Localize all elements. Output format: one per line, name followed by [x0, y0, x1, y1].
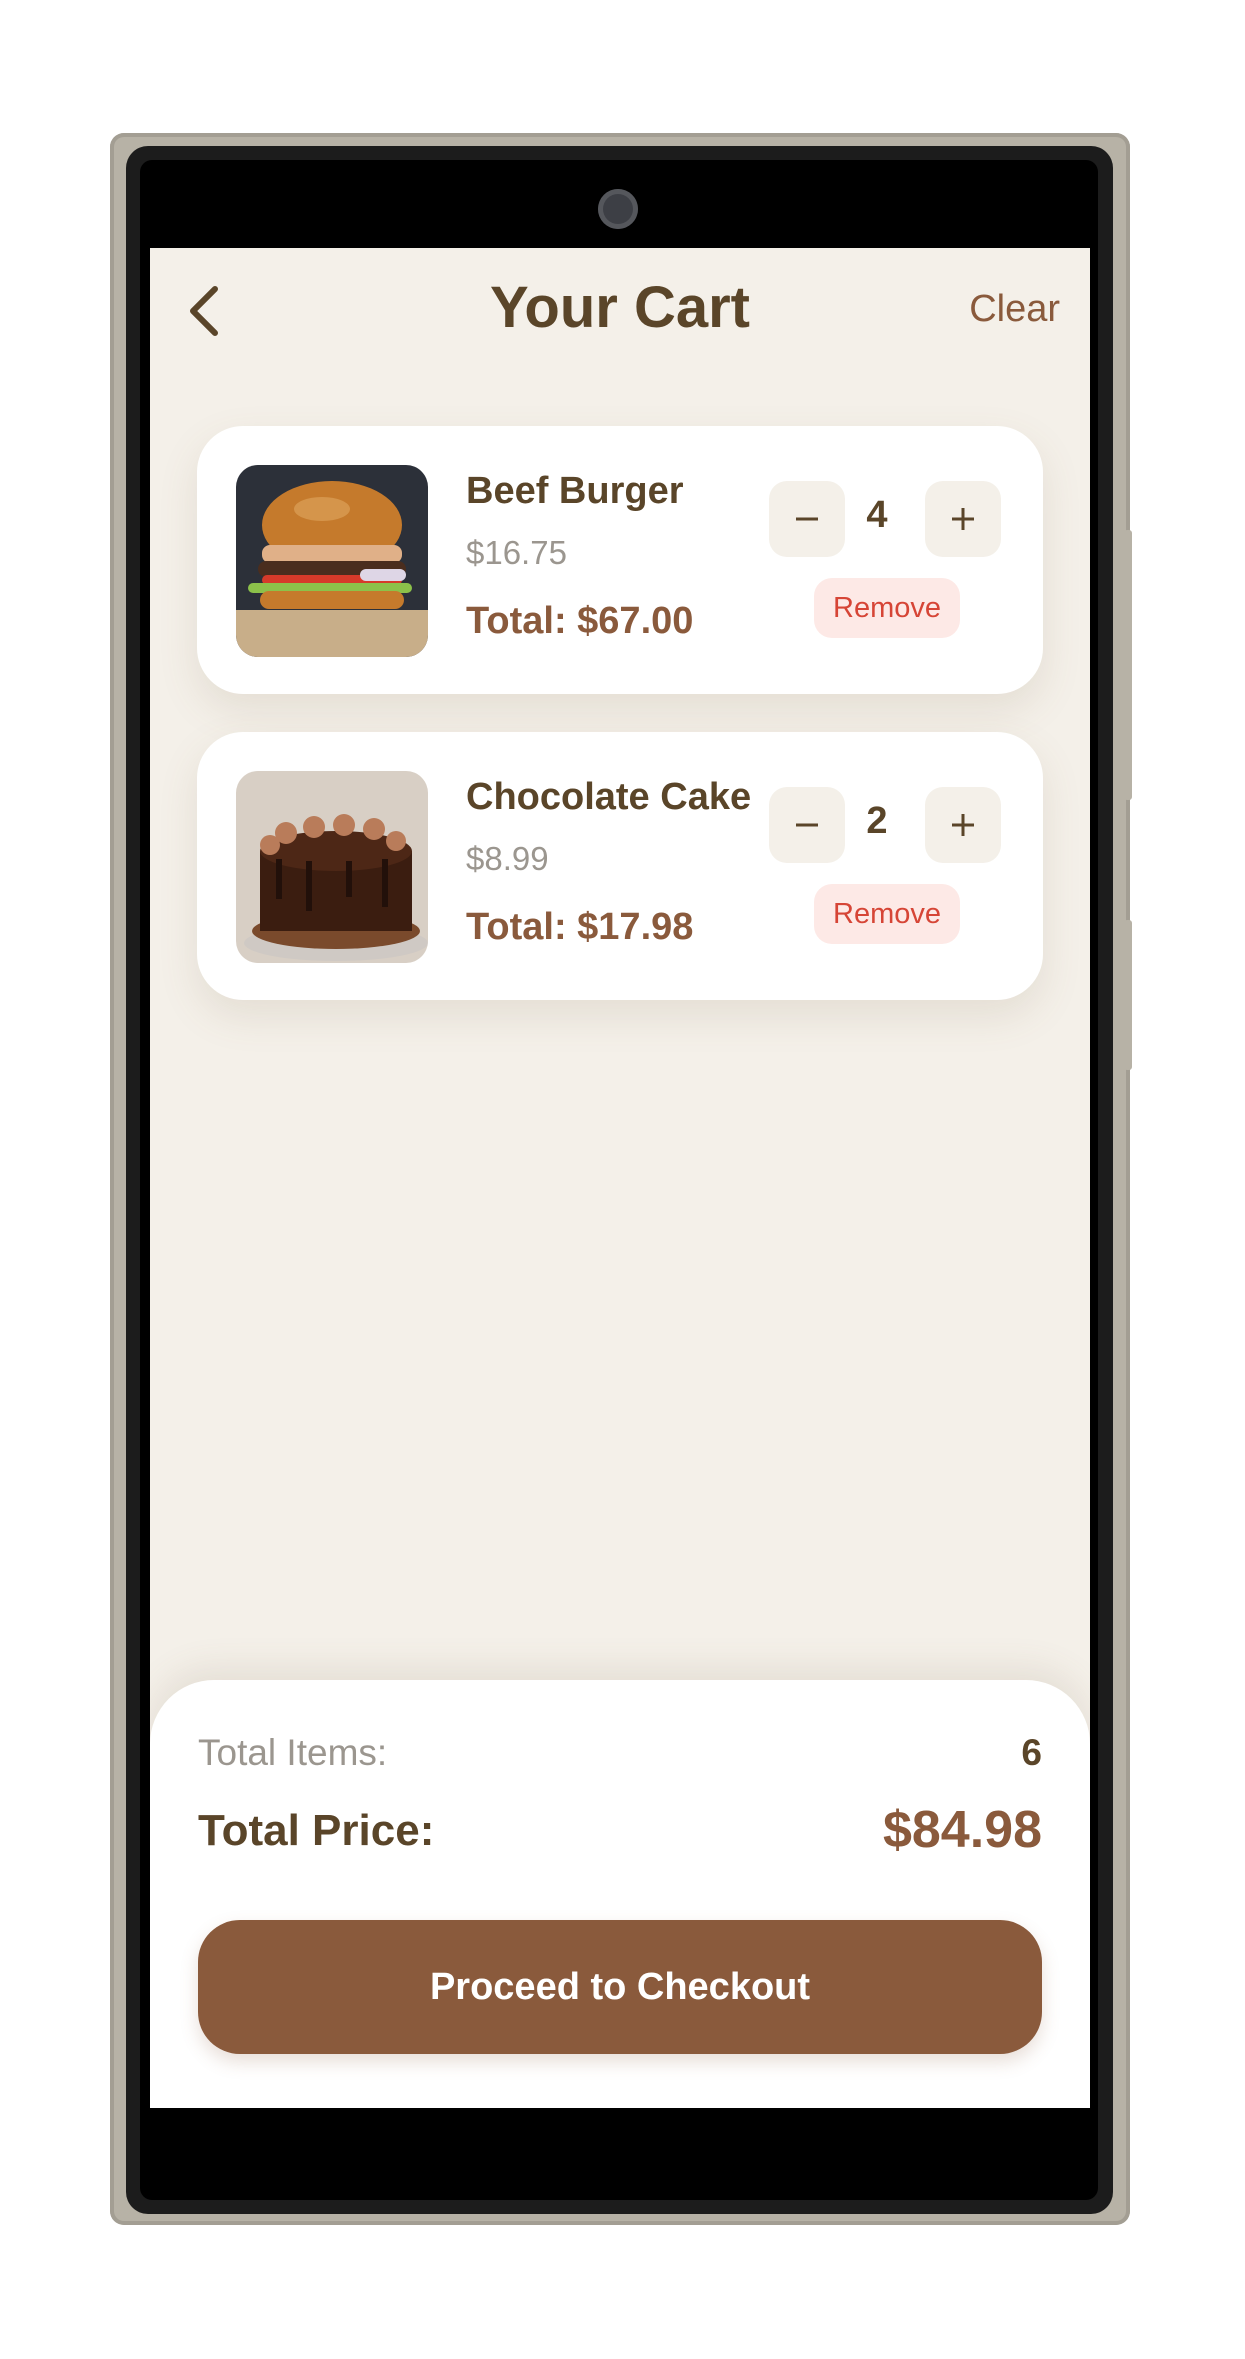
item-quantity: 4	[866, 494, 888, 536]
increase-quantity-button[interactable]	[925, 481, 1001, 557]
item-price: $16.75	[466, 534, 567, 571]
cart-screen: Your Cart Clear Beef Burger $16.75 Total…	[150, 248, 1090, 2108]
decrease-quantity-button[interactable]	[769, 481, 845, 557]
item-total: Total: $67.00	[466, 600, 694, 642]
total-items-value: 6	[1021, 1732, 1042, 1773]
total-price-label: Total Price:	[198, 1806, 435, 1855]
navigation-bar	[150, 2108, 1090, 2185]
plus-icon	[952, 814, 974, 836]
remove-item-button[interactable]: Remove	[814, 884, 960, 944]
checkout-button[interactable]: Proceed to Checkout	[198, 1920, 1042, 2054]
plus-icon	[952, 508, 974, 530]
total-price-value: $84.98	[882, 1801, 1042, 1859]
cart-item: Chocolate Cake $8.99 Total: $17.98 2 Rem…	[197, 732, 1043, 1000]
cake-image	[236, 771, 428, 963]
total-items-label: Total Items:	[198, 1732, 388, 1773]
item-name: Beef Burger	[466, 470, 684, 512]
remove-item-button[interactable]: Remove	[814, 578, 960, 638]
side-button	[1124, 530, 1132, 800]
screen: Your Cart Clear Beef Burger $16.75 Total…	[150, 168, 1090, 2185]
page-title: Your Cart	[490, 275, 750, 340]
minus-icon	[796, 823, 818, 827]
burger-image	[236, 465, 428, 657]
decrease-quantity-button[interactable]	[769, 787, 845, 863]
item-quantity: 2	[866, 800, 888, 842]
item-total: Total: $17.98	[466, 906, 694, 948]
minus-icon	[796, 517, 818, 521]
cart-item: Beef Burger $16.75 Total: $67.00 4 Remov…	[197, 426, 1043, 694]
clear-cart-button[interactable]: Clear	[969, 288, 1060, 331]
front-camera	[598, 189, 638, 229]
item-price: $8.99	[466, 840, 549, 877]
item-name: Chocolate Cake	[466, 776, 752, 818]
side-button	[1124, 920, 1132, 1070]
increase-quantity-button[interactable]	[925, 787, 1001, 863]
cart-summary: Total Items: 6 Total Price: $84.98 Proce…	[150, 1680, 1090, 2108]
